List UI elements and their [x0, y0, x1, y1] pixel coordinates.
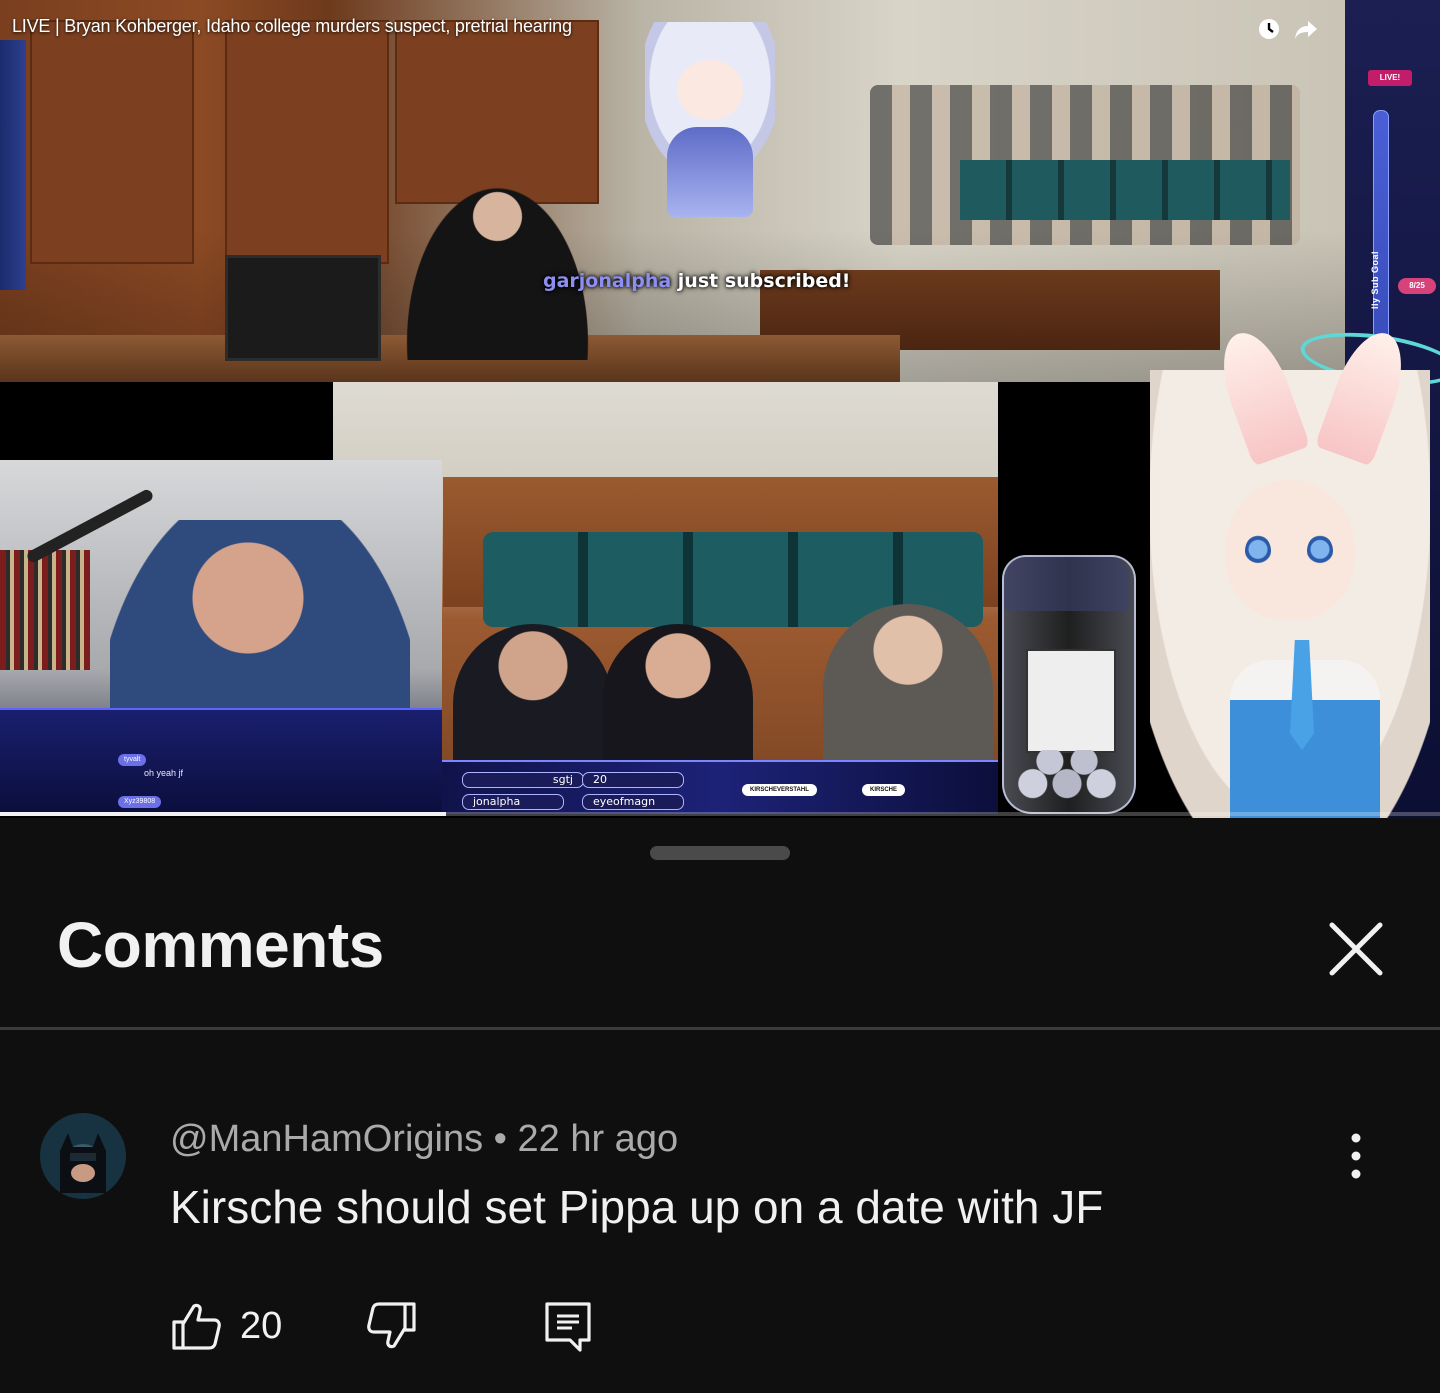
comments-title: Comments — [57, 909, 384, 981]
gallery-seats — [960, 160, 1290, 220]
share-icon[interactable] — [1293, 16, 1319, 42]
recent-user: jonalpha — [462, 794, 564, 810]
vtuber-avatar — [1120, 323, 1440, 818]
sub-goal-label: lly Sub Goal — [1370, 251, 1380, 310]
drag-handle[interactable] — [650, 846, 790, 860]
like-button[interactable]: 20 — [170, 1296, 282, 1356]
subscriber-name: garjonalpha — [543, 270, 672, 292]
more-options-button[interactable] — [1330, 1130, 1382, 1182]
avatar[interactable] — [40, 1113, 126, 1199]
subscriber-alert-text: just subscribed! — [671, 270, 851, 292]
video-player[interactable]: tyvalt oh yeah jf Xyz39808 sgtj 20 jonal… — [0, 0, 1440, 818]
tip-jar-image — [1002, 555, 1136, 814]
social-handle-twitch: KIRSCHE — [862, 784, 906, 796]
dislike-icon — [367, 1302, 416, 1349]
comment-text: Kirsche should set Pippa up on a date wi… — [170, 1181, 1104, 1233]
close-icon — [1329, 922, 1383, 976]
comment-meta: @ManHamOrigins • 22 hr ago — [170, 1118, 678, 1161]
video-progress-track[interactable] — [446, 812, 1440, 816]
chat-username: Xyz39808 — [118, 796, 162, 808]
recent-user: 20 — [582, 772, 684, 788]
reply-icon — [545, 1302, 591, 1352]
recent-user: eyeofmagn — [582, 794, 684, 810]
wood-panel — [395, 20, 599, 204]
chat-message: oh yeah jf — [144, 768, 184, 778]
flag-image — [0, 40, 26, 290]
comment-time: 22 hr ago — [517, 1118, 679, 1160]
wood-panel — [30, 20, 194, 264]
meta-separator: • — [483, 1118, 518, 1160]
more-vert-icon — [1351, 1133, 1361, 1179]
comments-sheet: Comments @ManHamOrigins • 22 hr ago Kirs… — [0, 818, 1440, 1393]
like-icon — [172, 1303, 221, 1350]
stream-bottom-bar: sgtj 20 jonalpha eyeofmagn KIRSCHEVERSTA… — [442, 760, 998, 814]
live-badge: LIVE! — [1368, 70, 1412, 86]
subscriber-alert: garjonalpha just subscribed! — [543, 270, 850, 292]
stream-chat-overlay: tyvalt oh yeah jf Xyz39808 — [0, 708, 442, 814]
monitor-image — [225, 255, 381, 361]
like-count: 20 — [240, 1304, 283, 1347]
recent-user: sgtj — [462, 772, 584, 788]
social-handle-twitter: KIRSCHEVERSTAHL — [742, 784, 817, 796]
sub-goal-count: 8/25 — [1398, 278, 1436, 294]
wood-panel — [225, 20, 389, 264]
chibi-mascot — [605, 12, 810, 232]
comment-author[interactable]: @ManHamOrigins — [170, 1118, 483, 1160]
video-title: LIVE | Bryan Kohberger, Idaho college mu… — [12, 16, 572, 36]
close-button[interactable] — [1320, 913, 1392, 985]
clock-icon[interactable] — [1256, 16, 1282, 42]
divider — [0, 1027, 1440, 1030]
reply-button[interactable] — [542, 1296, 594, 1356]
chat-username: tyvalt — [118, 754, 147, 766]
video-progress-played[interactable] — [0, 812, 446, 816]
dislike-button[interactable] — [366, 1296, 418, 1356]
